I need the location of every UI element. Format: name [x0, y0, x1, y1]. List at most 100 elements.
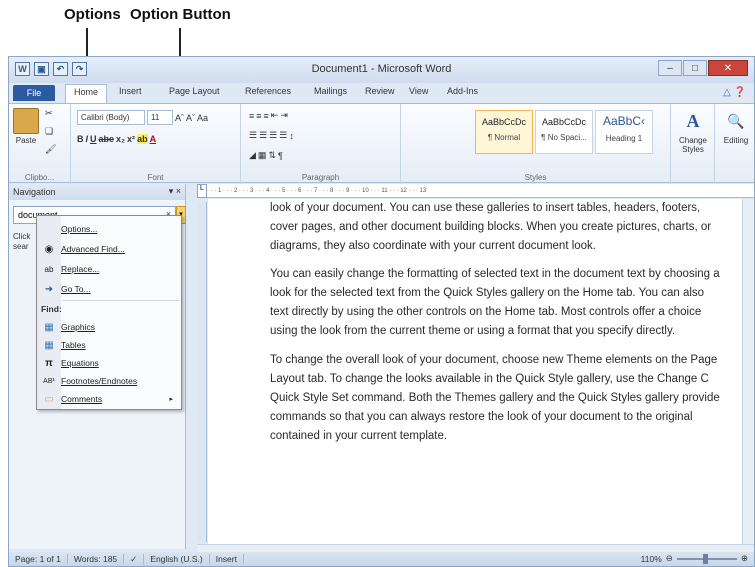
proofing-icon[interactable]: ✓ — [124, 553, 145, 565]
line-spacing-icon[interactable]: ↕ — [289, 131, 294, 141]
bold-icon[interactable]: B — [77, 134, 84, 144]
change-styles-button[interactable]: A Change Styles — [675, 108, 711, 154]
tab-addins[interactable]: Add-Ins — [447, 86, 478, 96]
shading-icon[interactable]: ◢ — [249, 150, 256, 161]
minimize-button[interactable]: – — [658, 60, 682, 76]
style-no-spacing[interactable]: AaBbCcDc ¶ No Spaci... — [535, 110, 593, 154]
vertical-scrollbar[interactable] — [742, 199, 754, 544]
justify-icon[interactable]: ☰ — [279, 130, 287, 141]
menu-item-label: Advanced Find... — [61, 244, 125, 254]
font-label: Font — [147, 173, 164, 182]
zoom-in-icon[interactable]: ⊕ — [741, 553, 748, 564]
menu-item-advanced-find[interactable]: ◉ Advanced Find... — [37, 240, 181, 258]
cut-icon[interactable]: ✂ — [45, 108, 53, 119]
insert-mode[interactable]: Insert — [210, 554, 244, 564]
pi-icon: π — [45, 357, 53, 369]
highlight-icon[interactable]: ab — [137, 134, 148, 144]
italic-icon[interactable]: I — [86, 134, 89, 144]
navigation-close-icon[interactable]: ▾ × — [169, 186, 181, 197]
tab-view[interactable]: View — [409, 86, 428, 96]
align-center-icon[interactable]: ☰ — [259, 130, 267, 141]
align-left-icon[interactable]: ☰ — [249, 130, 257, 141]
menu-item-label: Footnotes/Endnotes — [61, 376, 138, 386]
paragraph-1: look of your document. You can use these… — [270, 199, 754, 256]
menu-item-equations[interactable]: π Equations — [37, 354, 181, 372]
doc-line: To change the overall look of your docum… — [270, 354, 718, 366]
tab-page-layout[interactable]: Page Layout — [169, 86, 220, 96]
close-button[interactable]: ✕ — [708, 60, 748, 76]
font-size-combo[interactable]: 11 — [147, 110, 173, 125]
window-title: Document1 - Microsoft Word — [311, 63, 452, 75]
decrease-indent-icon[interactable]: ⇤ — [271, 110, 279, 121]
arrow-right-icon: ➜ — [44, 283, 54, 295]
list-row: ≡ ≡ ≡ ⇤ ⇥ — [249, 110, 288, 121]
font-name-combo[interactable]: Calibri (Body) — [77, 110, 145, 125]
style-heading1[interactable]: AaBbC‹ Heading 1 — [595, 110, 653, 154]
format-painter-icon[interactable]: 🖌 — [45, 144, 56, 155]
menu-item-footnotes[interactable]: AB¹ Footnotes/Endnotes — [37, 372, 181, 390]
change-styles-label: Change Styles — [678, 136, 708, 154]
change-case-icon[interactable]: Aa — [197, 113, 208, 123]
borders-icon[interactable]: ▦ — [258, 150, 267, 161]
page-count[interactable]: Page: 1 of 1 — [9, 554, 68, 564]
maximize-button[interactable]: □ — [683, 60, 707, 76]
menu-item-tables[interactable]: ▦ Tables — [37, 336, 181, 354]
tab-insert[interactable]: Insert — [119, 86, 142, 96]
tab-references[interactable]: References — [245, 86, 291, 96]
styles-label: Styles — [524, 173, 547, 182]
zoom-out-icon[interactable]: ⊖ — [666, 553, 673, 564]
copy-icon[interactable]: ❏ — [45, 126, 53, 137]
doc-line: contained in your current template. — [270, 430, 448, 442]
increase-indent-icon[interactable]: ⇥ — [280, 110, 288, 121]
multilevel-icon[interactable]: ≡ — [264, 111, 269, 121]
sort-icon[interactable]: ⇅ — [268, 150, 276, 161]
word-count[interactable]: Words: 185 — [68, 554, 125, 564]
underline-icon[interactable]: U — [90, 134, 97, 144]
annotation-options: Options — [64, 6, 121, 23]
strikethrough-icon[interactable]: abe — [99, 134, 115, 144]
menu-item-comments[interactable]: ▭ Comments ▸ — [37, 390, 181, 408]
tab-mailings[interactable]: Mailings — [314, 86, 347, 96]
align-right-icon[interactable]: ☰ — [269, 130, 277, 141]
tab-file[interactable]: File — [13, 85, 55, 101]
paragraph-2: You can easily change the formatting of … — [270, 265, 754, 341]
menu-item-replace[interactable]: ab Replace... — [37, 260, 181, 278]
menu-item-graphics[interactable]: ▦ Graphics — [37, 318, 181, 336]
menu-item-label: Options... — [61, 224, 98, 234]
doc-line: Quick Style Set command. Both the Themes… — [270, 392, 720, 404]
footnote-icon: AB¹ — [43, 377, 55, 385]
pilcrow-icon[interactable]: ¶ — [278, 151, 283, 161]
zoom-slider-handle[interactable] — [702, 553, 708, 564]
superscript-icon[interactable]: x² — [127, 134, 135, 144]
doc-line: look for the selected text from the Quic… — [270, 287, 705, 299]
editing-button[interactable]: 🔍 Editing — [717, 108, 754, 145]
style-normal[interactable]: AaBbCcDc ¶ Normal — [475, 110, 533, 154]
tab-home[interactable]: Home — [65, 84, 108, 103]
subscript-icon[interactable]: x₂ — [116, 134, 125, 144]
replace-icon: ab — [44, 264, 54, 274]
numbering-icon[interactable]: ≡ — [256, 111, 261, 121]
group-styles: AaBbCcDc ¶ Normal AaBbCcDc ¶ No Spaci...… — [401, 104, 671, 184]
horizontal-ruler: · · · 1 · · · 2 · · · 3 · · · 4 · · · 5 … — [207, 184, 754, 198]
language[interactable]: English (U.S.) — [144, 554, 210, 564]
zoom-controls: 110% ⊖ ⊕ — [641, 553, 748, 564]
menu-item-go-to[interactable]: ➜ Go To... — [37, 280, 181, 298]
tab-review[interactable]: Review — [365, 86, 395, 96]
align-row: ☰ ☰ ☰ ☰ ↕ — [249, 130, 294, 141]
zoom-slider[interactable] — [676, 553, 737, 564]
menu-item-options[interactable]: Options... — [37, 220, 181, 238]
style-normal-name: ¶ Normal — [487, 133, 521, 142]
grow-font-icon[interactable]: Aˆ — [175, 113, 184, 123]
change-styles-icon: A — [686, 111, 700, 131]
nav-hint-2: sear — [13, 242, 29, 251]
ruler-tab-selector[interactable]: L — [197, 184, 207, 198]
document-page[interactable]: look of your document. You can use these… — [208, 199, 754, 544]
zoom-level[interactable]: 110% — [641, 554, 662, 564]
paste-button[interactable]: Paste — [13, 108, 39, 145]
doc-line: Layout tab. To change the looks availabl… — [270, 373, 709, 385]
help-icon[interactable]: △ ❓ — [723, 87, 746, 98]
font-color-icon[interactable]: A — [150, 134, 157, 144]
bullets-icon[interactable]: ≡ — [249, 111, 254, 121]
ribbon-tabs: File Home Insert Page Layout References … — [9, 83, 754, 103]
shrink-font-icon[interactable]: Aˇ — [186, 113, 195, 123]
